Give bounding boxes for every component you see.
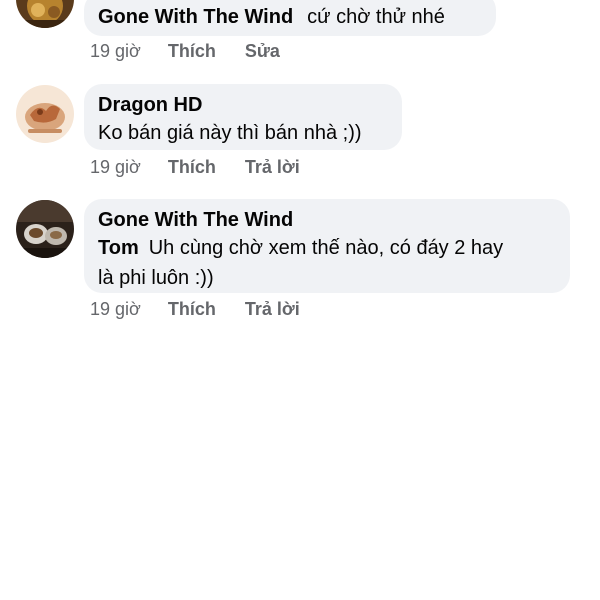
like-button[interactable]: Thích: [168, 298, 216, 320]
comment-author[interactable]: Gone With The Wind: [98, 207, 556, 233]
comment-text: Tom Uh cùng chờ xem thế nào, có đáy 2 hay: [98, 233, 556, 263]
comment-author[interactable]: Dragon HD: [98, 92, 388, 118]
reply-button[interactable]: Trả lời: [245, 298, 300, 320]
avatar[interactable]: [16, 200, 74, 258]
comment-text-line2: là phi luôn :)): [98, 267, 214, 289]
comment-actions: 19 giờ Thích Sửa: [90, 40, 304, 62]
comment-bubble: Gone With The Wind cứ chờ thử nhé: [84, 0, 496, 36]
comment-bubble: Gone With The Wind Tom Uh cùng chờ xem th…: [84, 199, 570, 293]
comment-text-line1: Uh cùng chờ xem thế nào, có đáy 2 hay: [148, 237, 504, 259]
avatar[interactable]: [16, 0, 74, 28]
mention-tag[interactable]: Tom: [98, 237, 139, 259]
comment-bubble: Dragon HD Ko bán giá này thì bán nhà ;)): [84, 84, 402, 150]
comment-time[interactable]: 19 giờ: [90, 298, 141, 320]
like-button[interactable]: Thích: [168, 40, 216, 62]
edit-button[interactable]: Sửa: [245, 40, 280, 62]
comment-actions: 19 giờ Thích Trả lời: [90, 298, 324, 320]
comment-time[interactable]: 19 giờ: [90, 40, 141, 62]
comment-thread: Gone With The Wind cứ chờ thử nhé 19 giờ …: [0, 0, 600, 600]
comment-text: cứ chờ thử nhé: [307, 6, 445, 28]
comment-actions: 19 giờ Thích Trả lời: [90, 156, 324, 178]
comment-time[interactable]: 19 giờ: [90, 156, 141, 178]
avatar[interactable]: [16, 85, 74, 143]
comment-author[interactable]: Gone With The Wind: [98, 6, 293, 28]
comment-text: Ko bán giá này thì bán nhà ;)): [98, 122, 362, 144]
like-button[interactable]: Thích: [168, 156, 216, 178]
reply-button[interactable]: Trả lời: [245, 156, 300, 178]
